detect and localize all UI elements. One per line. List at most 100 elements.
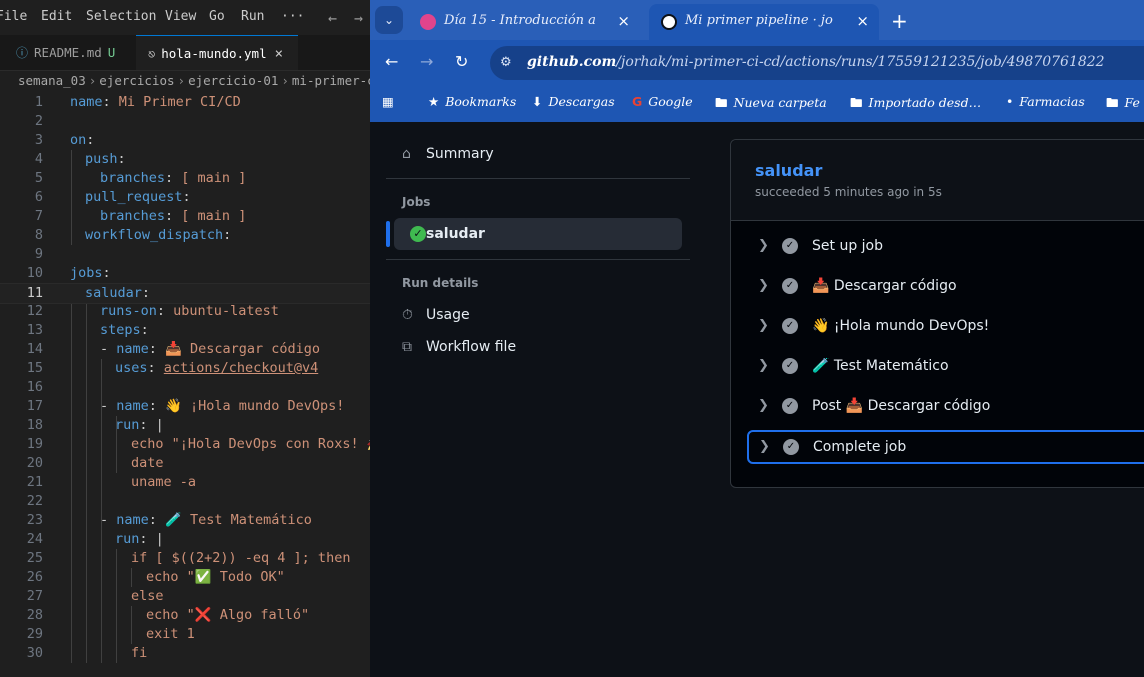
roxs-favicon-icon (420, 14, 436, 30)
new-tab-button[interactable]: + (891, 9, 908, 33)
code-line: 20 date (26, 455, 164, 471)
bookmark-google[interactable]: G Google (632, 94, 693, 109)
code-line: 15 uses: actions/checkout@v4 (26, 360, 319, 376)
close-icon[interactable]: × (275, 46, 283, 62)
step-row[interactable]: ❯ ✓ Post 📥 Descargar código (748, 389, 1144, 423)
bookmark-importado[interactable]: 🖿 Importado desd… (850, 94, 981, 115)
forward-icon[interactable]: → (420, 52, 433, 71)
menu-more[interactable]: ··· (281, 9, 304, 24)
chevron-right-icon: ❯ (758, 318, 769, 333)
summary-link[interactable]: ⌂ Summary (386, 138, 674, 170)
code-line: 10 jobs: (26, 265, 111, 281)
check-circle-icon: ✓ (782, 238, 798, 254)
code-line: 28 echo "❌ Algo falló" (26, 607, 310, 623)
step-row-focused[interactable]: ❯ ✓ Complete job (747, 430, 1144, 464)
code-line: 18 run: | (26, 417, 164, 433)
code-line: 14- name: 📥 Descargar código (26, 341, 321, 357)
url-text[interactable]: github.com/jorhak/mi-primer-ci-cd/action… (527, 54, 1105, 70)
breadcrumb-item[interactable]: ejercicio-01 (188, 73, 278, 88)
stopwatch-icon: ⏱ (402, 307, 413, 323)
site-info-icon[interactable]: ⚙ (500, 55, 512, 70)
job-header: saludar succeeded 5 minutes ago in 5s (731, 140, 1144, 221)
folder-icon: 🖿 (850, 95, 863, 110)
chevron-right-icon: ❯ (758, 398, 769, 413)
code-line: 24 run: | (26, 531, 164, 547)
menu-edit[interactable]: Edit (41, 9, 72, 24)
check-circle-icon: ✓ (782, 278, 798, 294)
current-code-line: 11 saludar: (0, 283, 370, 304)
code-line: 5 branches: [ main ] (34, 170, 247, 186)
tab-title: Día 15 - Introducción a (444, 13, 596, 28)
close-icon[interactable]: × (617, 6, 630, 36)
step-row[interactable]: ❯ ✓ 📥 Descargar código (748, 269, 1144, 303)
tab-hola-mundo[interactable]: ⎋ hola-mundo.yml × (136, 35, 298, 70)
code-line: 13 steps: (26, 322, 149, 338)
close-icon[interactable]: × (856, 4, 869, 38)
check-circle-icon: ✓ (783, 439, 799, 455)
tab-label: hola-mundo.yml (161, 46, 267, 61)
info-icon: ⓘ (16, 46, 29, 60)
browser-tab-pipeline[interactable]: Mi primer pipeline · jo × (649, 4, 879, 40)
step-row[interactable]: ❯ ✓ Set up job (748, 229, 1144, 263)
browser-tab-dia-15[interactable]: Día 15 - Introducción a × (408, 6, 640, 36)
tab-strip: ⌄ Día 15 - Introducción a × Mi primer pi… (370, 0, 1144, 40)
address-bar[interactable]: ⚙ github.com/jorhak/mi-primer-ci-cd/acti… (490, 46, 1144, 80)
pin-icon: • (1006, 94, 1014, 109)
tab-search-chevron-icon[interactable]: ⌄ (375, 6, 403, 34)
code-line: 19 echo "¡Hola DevOps con Roxs! 🚀 (26, 436, 370, 452)
check-circle-icon: ✓ (782, 358, 798, 374)
tab-title: Mi primer pipeline · jo (685, 13, 833, 28)
breadcrumb: semana_03 › ejercicios › ejercicio-01 › mi-pri… (18, 73, 370, 91)
selected-indicator (386, 221, 390, 247)
bookmark-descargas[interactable]: ⬇ Descargas (532, 94, 615, 109)
job-item-saludar[interactable]: ✓ saludar (394, 218, 682, 250)
bookmarks-bar: ▦ ★ Bookmarks ⬇ Descargas G Google 🖿 Nueva c… (370, 86, 1144, 120)
vscode-window: File Edit Selection View Go Run ··· ← → … (0, 0, 370, 677)
code-line: 8 workflow_dispatch: (34, 227, 232, 243)
chevron-right-icon: ❯ (758, 358, 769, 373)
download-icon: ⬇ (532, 94, 543, 109)
code-line: 27 else (26, 588, 164, 604)
menu-selection[interactable]: Selection (86, 9, 156, 24)
menu-go[interactable]: Go (209, 9, 225, 24)
code-line: 16 (26, 379, 43, 395)
jobs-heading: Jobs (402, 195, 431, 209)
job-log-panel: saludar succeeded 5 minutes ago in 5s ❯ … (730, 139, 1144, 488)
back-icon[interactable]: ← (385, 52, 398, 71)
check-circle-icon: ✓ (782, 398, 798, 414)
code-line: 17- name: 👋 ¡Hola mundo DevOps! (26, 398, 345, 414)
bookmark-farmacias[interactable]: • Farmacias (1006, 94, 1085, 109)
step-row[interactable]: ❯ ✓ 🧪 Test Matemático (748, 349, 1144, 383)
reload-icon[interactable]: ↻ (455, 52, 468, 71)
breadcrumb-item[interactable]: mi-primer-ci (292, 73, 370, 88)
breadcrumb-item[interactable]: semana_03 (18, 73, 86, 88)
bookmark-nueva-carpeta[interactable]: 🖿 Nueva carpeta (715, 94, 827, 115)
forward-arrow-icon[interactable]: → (354, 9, 363, 27)
bookmark-bookmarks[interactable]: ★ Bookmarks (428, 94, 516, 109)
menu-run[interactable]: Run (241, 9, 264, 24)
code-line: 23- name: 🧪 Test Matemático (26, 512, 312, 528)
step-row[interactable]: ❯ ✓ 👋 ¡Hola mundo DevOps! (748, 309, 1144, 343)
menu-bar: File Edit Selection View Go Run ··· ← → (0, 0, 370, 35)
apps-grid-icon[interactable]: ▦ (382, 94, 400, 109)
code-line: 22 (26, 493, 43, 509)
bookmark-fe[interactable]: 🖿 Fe (1106, 94, 1140, 115)
usage-link[interactable]: ⏱ Usage (386, 299, 674, 331)
modified-badge: U (107, 45, 116, 60)
code-line: 12 runs-on: ubuntu-latest (26, 303, 279, 319)
tab-label: README.md (34, 45, 102, 60)
editor-tabs: ⓘ README.md U ⎋ hola-mundo.yml × (0, 35, 370, 71)
browser-toolbar: ← → ↻ ⚙ github.com/jorhak/mi-primer-ci-c… (370, 40, 1144, 86)
tab-readme[interactable]: ⓘ README.md U (0, 35, 135, 70)
workflow-file-link[interactable]: ⧉ Workflow file (386, 331, 674, 363)
file-code-icon: ⧉ (402, 339, 412, 355)
menu-view[interactable]: View (165, 9, 196, 24)
google-icon: G (632, 94, 643, 109)
breadcrumb-item[interactable]: ejercicios (99, 73, 174, 88)
divider (386, 178, 690, 179)
divider (386, 259, 690, 260)
code-line: 2 (34, 113, 43, 129)
code-line: 7 branches: [ main ] (34, 208, 247, 224)
menu-file[interactable]: File (0, 9, 27, 24)
back-arrow-icon[interactable]: ← (328, 9, 337, 27)
